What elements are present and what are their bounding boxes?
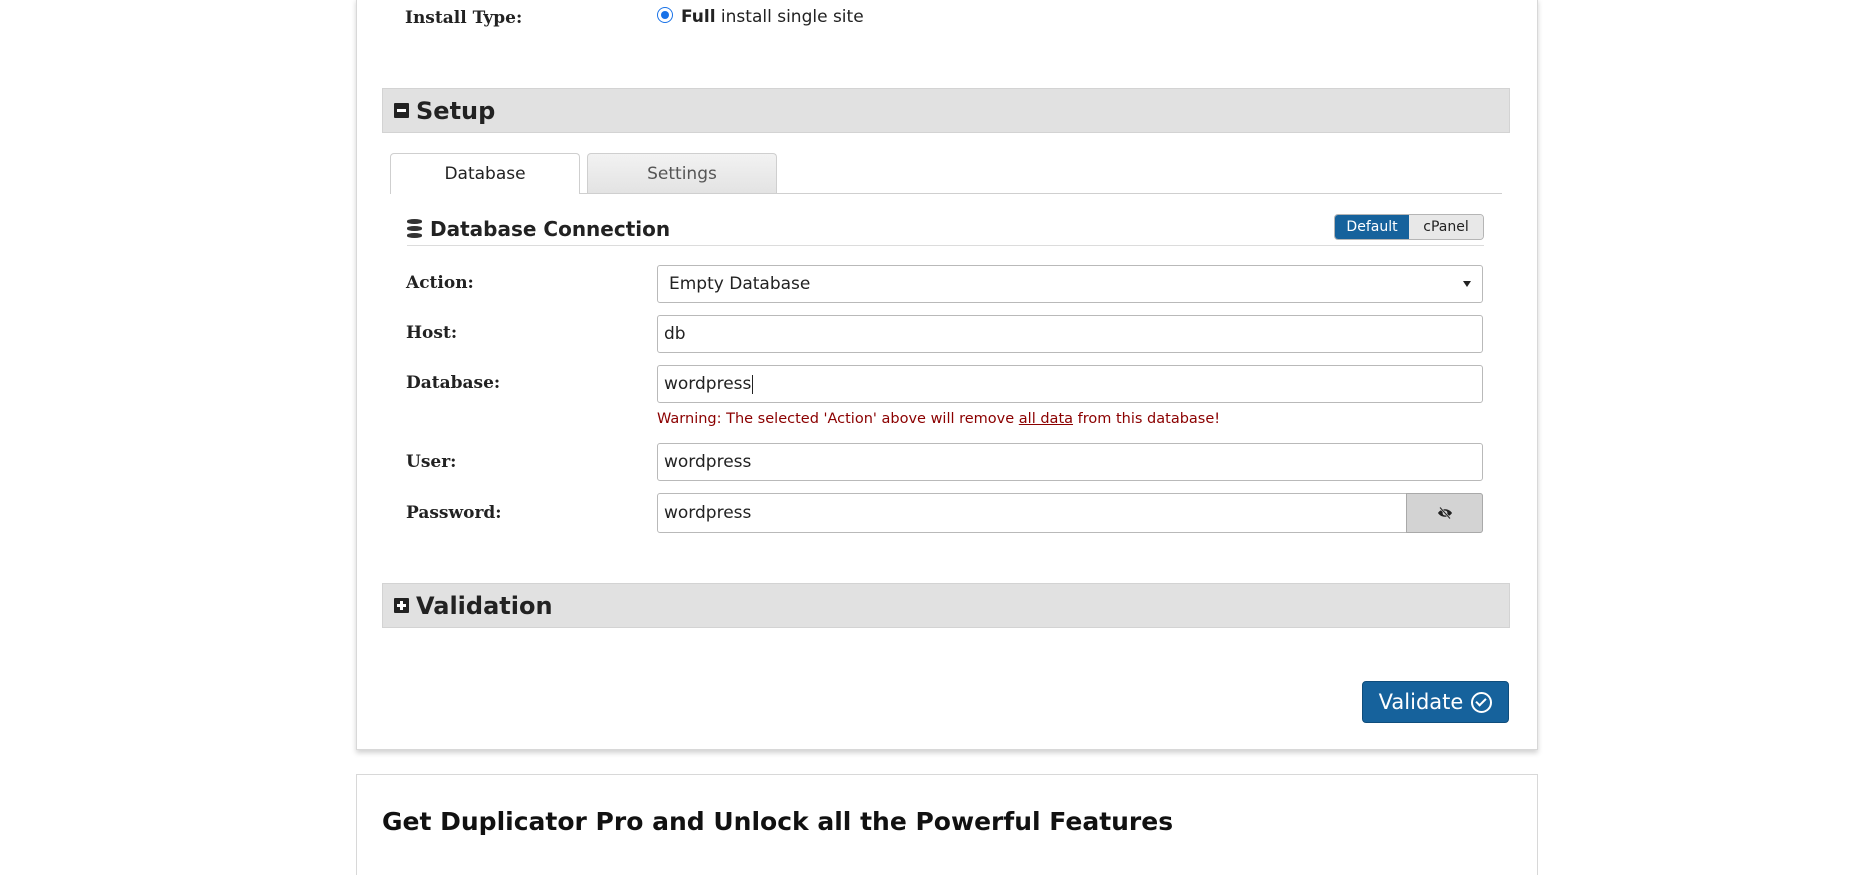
database-input-value: wordpress: [664, 374, 752, 394]
collapse-icon: [394, 103, 409, 118]
full-install-radio[interactable]: [657, 7, 673, 23]
host-input[interactable]: db: [657, 315, 1483, 353]
warning-text-before: Warning: The selected 'Action' above wil…: [657, 411, 1019, 427]
eye-slash-icon: [1437, 507, 1452, 519]
validate-label: Validate: [1378, 690, 1464, 714]
action-select[interactable]: Empty Database: [657, 265, 1483, 303]
password-input[interactable]: wordpress: [657, 493, 1483, 533]
promo-panel: Get Duplicator Pro and Unlock all the Po…: [356, 774, 1538, 875]
host-input-value: db: [664, 324, 686, 344]
action-label: Action:: [406, 273, 474, 293]
database-connection-header: Database Connection Default cPanel: [407, 213, 1484, 246]
empty-database-warning: Warning: The selected 'Action' above wil…: [657, 411, 1220, 427]
warning-text-after: from this database!: [1073, 411, 1221, 427]
install-type-label: Install Type:: [405, 8, 523, 28]
warning-all-data: all data: [1018, 411, 1074, 427]
install-option-text: install single site: [715, 7, 864, 27]
password-label: Password:: [406, 503, 502, 523]
validate-button[interactable]: Validate: [1362, 681, 1509, 723]
install-option-bold: Full: [681, 7, 716, 27]
database-label: Database:: [406, 373, 501, 393]
database-connection-title: Database Connection: [430, 217, 671, 241]
setup-tabs: Database Settings: [390, 153, 1502, 194]
promo-title: Get Duplicator Pro and Unlock all the Po…: [382, 807, 1174, 836]
user-label: User:: [406, 452, 457, 472]
mode-cpanel-button[interactable]: cPanel: [1409, 215, 1483, 239]
user-input[interactable]: wordpress: [657, 443, 1483, 481]
database-input[interactable]: wordpress: [657, 365, 1483, 403]
database-icon: [407, 219, 422, 239]
setup-title: Setup: [416, 96, 496, 125]
tab-database[interactable]: Database: [390, 153, 580, 194]
action-select-value: Empty Database: [669, 274, 811, 294]
connection-mode-toggle: Default cPanel: [1334, 214, 1484, 240]
toggle-password-button[interactable]: [1406, 493, 1483, 533]
install-type-option[interactable]: Full install single site: [657, 7, 864, 27]
tab-settings[interactable]: Settings: [587, 153, 777, 193]
mode-default-button[interactable]: Default: [1335, 215, 1409, 239]
text-cursor: [752, 374, 754, 394]
validation-title: Validation: [416, 591, 553, 620]
chevron-down-icon: [1463, 281, 1471, 287]
check-circle-icon: [1471, 691, 1493, 713]
host-label: Host:: [406, 323, 458, 343]
setup-section-header[interactable]: Setup: [382, 88, 1510, 133]
validation-section-header[interactable]: Validation: [382, 583, 1510, 628]
user-input-value: wordpress: [664, 452, 752, 472]
expand-icon: [394, 598, 409, 613]
password-input-value: wordpress: [664, 503, 752, 523]
